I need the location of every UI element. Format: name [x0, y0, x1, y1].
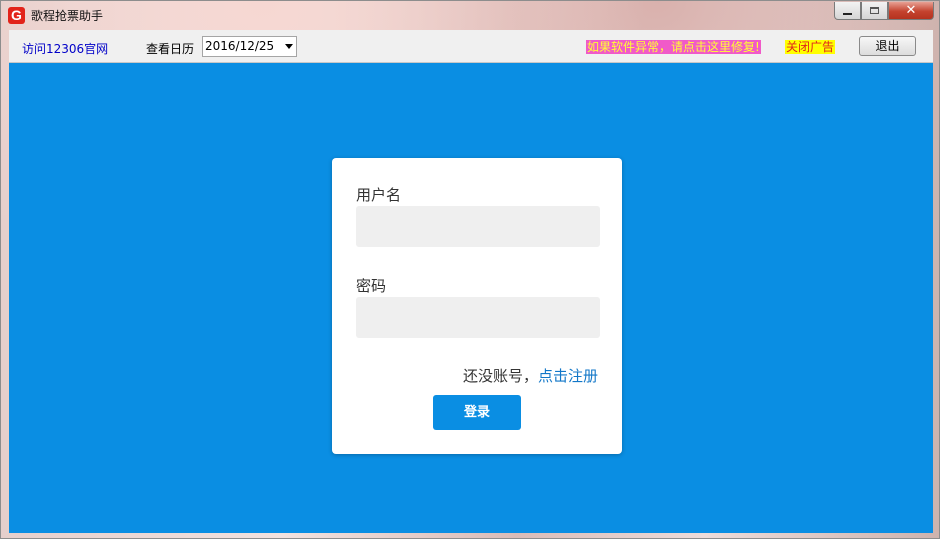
minimize-icon [843, 12, 852, 15]
repair-link[interactable]: 如果软件异常，请点击这里修复! [586, 40, 761, 54]
window-controls: ✕ [834, 2, 934, 20]
maximize-icon [870, 7, 879, 14]
maximize-button[interactable] [861, 2, 888, 20]
dropdown-arrow-icon [285, 44, 293, 49]
calendar-label: 查看日历 [146, 42, 195, 56]
register-link[interactable]: 点击注册 [538, 367, 598, 385]
window-title: 歌程抢票助手 [31, 9, 104, 23]
login-button[interactable]: 登录 [433, 395, 521, 430]
calendar-date-value: 2016/12/25 [205, 39, 275, 53]
password-label: 密码 [356, 277, 387, 295]
username-label: 用户名 [356, 186, 402, 204]
close-ad-link[interactable]: 关闭广告 [785, 40, 836, 54]
calendar-date-select[interactable]: 2016/12/25 [202, 36, 297, 57]
register-prompt: 还没账号，点击注册 [463, 365, 598, 386]
password-input[interactable] [356, 297, 600, 338]
exit-button[interactable]: 退出 [859, 36, 916, 56]
close-icon: ✕ [905, 3, 917, 18]
username-input[interactable] [356, 206, 600, 247]
app-window: G 歌程抢票助手 ✕ 访问12306官网 查看日历 2016/12/25 如果软… [0, 0, 940, 539]
main-panel: 用户名 密码 还没账号，点击注册 登录 [9, 63, 933, 533]
app-logo-icon: G [8, 7, 25, 24]
title-bar[interactable]: G 歌程抢票助手 ✕ [1, 1, 939, 30]
close-button[interactable]: ✕ [888, 2, 934, 20]
login-card: 用户名 密码 还没账号，点击注册 登录 [332, 158, 622, 454]
no-account-text: 还没账号， [462, 367, 538, 385]
visit-12306-link[interactable]: 访问12306官网 [22, 40, 108, 57]
toolbar: 访问12306官网 查看日历 2016/12/25 如果软件异常，请点击这里修复… [9, 30, 933, 63]
minimize-button[interactable] [834, 2, 861, 20]
